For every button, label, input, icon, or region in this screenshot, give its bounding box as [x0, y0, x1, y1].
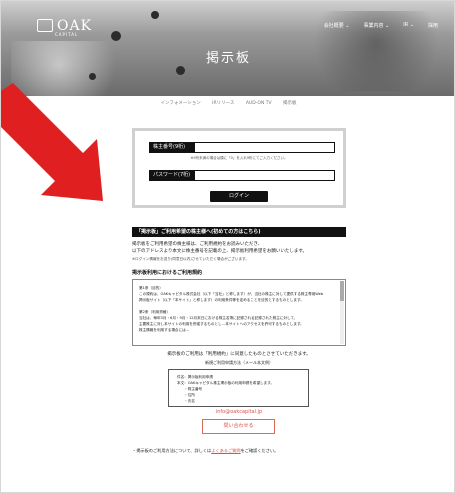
shareholder-label: 株主番号(9桁) [149, 142, 194, 153]
faq-note: ・掲示板のご利用方法について、詳しくはよくあるご質問をご確認ください。 [132, 448, 362, 454]
contact-button[interactable]: 問い合わせる [202, 419, 275, 434]
contact-email-link[interactable]: info@oakcapital.jp [132, 409, 346, 415]
shareholder-number-input[interactable] [194, 142, 335, 153]
info-note: ※ログイン情報をお送り(同意日以内)させていただく場合がございます。 [132, 257, 249, 261]
info-banner: 「掲示板」ご利用希望の株主様へ(初めての方はこちら) [132, 227, 346, 237]
shareholder-note: ※9桁未満の場合は頭に「0」を入れ9桁にてご入力ください。 [190, 156, 288, 160]
company-logo[interactable]: OAK [37, 17, 93, 34]
info-line: 以下のアドレスより本文に株主番号を記載の上、掲示板利用希望をお願いいたします。 [132, 249, 307, 254]
hero-figure [89, 73, 96, 80]
password-row: パスワード(7桁) [149, 170, 335, 181]
faq-link[interactable]: よくあるご質問 [211, 448, 240, 453]
red-arrow-icon [1, 83, 103, 201]
breadcrumb-item[interactable]: インフォメーション [160, 101, 200, 106]
application-method-title: 新規ご利用申請方法（メール本文例） [205, 360, 273, 365]
hero-figure [151, 11, 159, 19]
breadcrumb-item[interactable]: IRリリース [212, 101, 234, 106]
login-button[interactable]: ログイン [210, 191, 268, 202]
terms-title: 掲示板利用におけるご利用規約 [132, 270, 203, 276]
email-template-line: ・氏名 [177, 399, 195, 403]
nav-item-recruit[interactable]: 採用 [428, 22, 438, 29]
main-nav: 会社概要 ⌄ 事業内容 ⌄ IR ⌄ 採用 [324, 22, 438, 29]
terms-scrollbox[interactable]: 第1条（目的） この規約は、OAKキャピタル株式会社（以下「当社」と称します）が… [132, 279, 346, 346]
breadcrumb-item[interactable]: AUD-ON TV [246, 101, 272, 106]
page-title: 掲示板 [205, 51, 251, 66]
logo-subtext: CAPITAL [55, 32, 79, 37]
info-line: 掲示板をご利用希望の株主様は、ご利用規約をお読みいただき、 [132, 242, 263, 247]
hero-figure [176, 66, 185, 75]
nav-item-business[interactable]: 事業内容 ⌄ [363, 22, 389, 29]
faq-note-suffix: をご確認ください。 [240, 448, 279, 453]
logo-icon [37, 19, 53, 32]
nav-item-ir[interactable]: IR ⌄ [403, 22, 414, 29]
hero-figure [111, 31, 121, 41]
faq-note-prefix: ・掲示板のご利用方法について、詳しくは [132, 448, 212, 453]
password-input[interactable] [194, 170, 335, 181]
page-frame: OAK CAPITAL 会社概要 ⌄ 事業内容 ⌄ IR ⌄ 採用 掲示板 イン… [0, 0, 455, 493]
email-template-box: 件名：掲示板利用申請 本文：OAKキャピタル株主掲示板の利用申請を希望します。 … [168, 369, 309, 407]
password-label: パスワード(7桁) [149, 170, 194, 181]
consent-text: 掲示板のご利用は「利用規約」に同意したものとさせていただきます。 [167, 352, 311, 357]
nav-item-company[interactable]: 会社概要 ⌄ [324, 22, 350, 29]
breadcrumb-item[interactable]: 掲示板 [283, 101, 297, 106]
hero-header: OAK CAPITAL 会社概要 ⌄ 事業内容 ⌄ IR ⌄ 採用 掲示板 [1, 1, 454, 96]
shareholder-row: 株主番号(9桁) [149, 142, 335, 153]
logo-text: OAK [57, 17, 93, 34]
login-form: 株主番号(9桁) ※9桁未満の場合は頭に「0」を入れ9桁にてご入力ください。 パ… [132, 128, 346, 208]
terms-scrollbar-thumb[interactable] [340, 281, 344, 301]
terms-line: 株主情報を利用する場合には… [139, 328, 190, 332]
